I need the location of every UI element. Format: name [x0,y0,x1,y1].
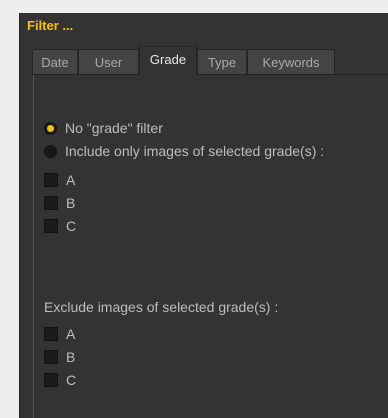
checkbox-label: C [66,372,77,388]
checkbox-label: C [66,218,77,234]
include-grade-a-checkbox[interactable]: A [44,170,75,190]
include-grade-c-checkbox[interactable]: C [44,216,76,236]
checkbox-label: B [66,349,76,365]
panel-title: Filter ... [27,18,74,33]
radio-include-selected-grades[interactable]: Include only images of selected grade(s)… [44,141,324,161]
checkbox-icon [44,219,58,233]
exclude-grade-c-checkbox[interactable]: C [44,370,76,390]
radio-unselected-icon [44,144,57,158]
checkbox-label: A [66,326,76,342]
radio-no-grade-filter[interactable]: No "grade" filter [44,118,163,138]
checkbox-icon [44,196,58,210]
radio-selected-icon [44,121,57,135]
tab-user[interactable]: User [78,49,139,74]
filter-panel: Filter ... Date User Grade Type Keywords… [19,13,388,418]
checkbox-icon [44,373,58,387]
tab-keywords[interactable]: Keywords [247,49,335,74]
checkbox-icon [44,327,58,341]
checkbox-icon [44,173,58,187]
grade-tab-content: No "grade" filter Include only images of… [33,75,388,418]
checkbox-label: A [66,172,76,188]
include-grade-b-checkbox[interactable]: B [44,193,75,213]
exclude-grade-a-checkbox[interactable]: A [44,324,75,344]
checkbox-icon [44,350,58,364]
tab-date[interactable]: Date [32,49,78,74]
tab-type[interactable]: Type [197,49,247,74]
tab-grade[interactable]: Grade [139,46,197,75]
exclude-section-label: Exclude images of selected grade(s) : [44,299,279,315]
radio-label: No "grade" filter [65,120,163,136]
tab-bar: Date User Grade Type Keywords [32,46,388,75]
radio-label: Include only images of selected grade(s)… [65,143,325,159]
exclude-grade-b-checkbox[interactable]: B [44,347,75,367]
checkbox-label: B [66,195,76,211]
